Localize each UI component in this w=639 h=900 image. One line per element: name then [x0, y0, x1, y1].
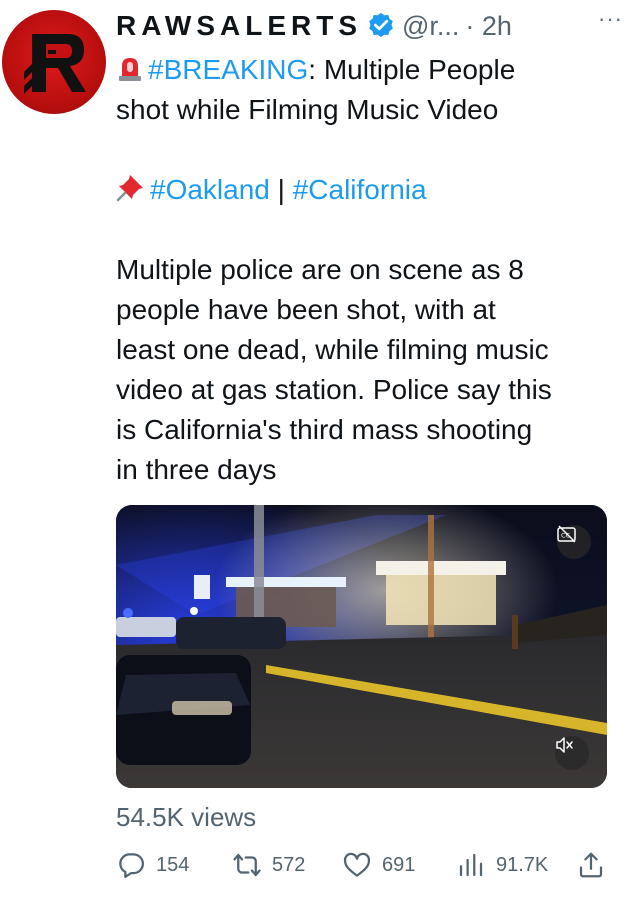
reply-icon [119, 853, 144, 878]
views-count: 54.5K views [116, 802, 257, 832]
video-frame [116, 505, 607, 788]
retweet-icon [233, 853, 261, 877]
hashtag-oakland[interactable]: #Oakland [150, 174, 270, 205]
avatar[interactable] [2, 10, 106, 114]
display-name[interactable]: RAWSALERTS [116, 10, 362, 42]
retweet-count: 572 [272, 853, 306, 876]
text-line: Multiple police are on scene as 8 [116, 254, 524, 285]
like-count: 691 [382, 853, 416, 876]
handle[interactable]: @r... [402, 11, 459, 42]
analytics-button[interactable]: 91.7K [456, 845, 548, 885]
text-line: is California's third mass shooting [116, 414, 533, 445]
text-line: #BREAKING: Multiple People [116, 50, 621, 90]
timestamp[interactable]: · 2h [465, 11, 512, 42]
heart-icon [343, 852, 371, 877]
captions-button[interactable]: CC [557, 525, 591, 559]
text-line: shot while Filming Music Video [116, 94, 499, 125]
action-bar: 154 572 691 91.7K [116, 845, 607, 885]
text-line: least one dead, while filming music [116, 334, 549, 365]
like-button[interactable]: 691 [342, 845, 415, 885]
text-line: #Oakland | #California [116, 170, 621, 210]
share-icon [579, 852, 603, 878]
text-line: people have been shot, with at [116, 294, 496, 325]
muted-speaker-icon [556, 737, 573, 753]
captions-icon: CC [557, 525, 576, 543]
tweet-header: RAWSALERTS @r... · 2h ··· [116, 6, 629, 46]
tweet-text: #BREAKING: Multiple People shot while Fi… [116, 50, 621, 490]
reply-count: 154 [156, 853, 190, 876]
retweet-button[interactable]: 572 [232, 845, 305, 885]
hashtag-california[interactable]: #California [293, 174, 427, 205]
hashtag-breaking[interactable]: #BREAKING [148, 54, 308, 85]
mute-button[interactable] [555, 736, 589, 770]
more-options-icon[interactable]: ··· [598, 6, 623, 32]
rawsalerts-logo [24, 34, 86, 94]
text-line: in three days [116, 454, 277, 485]
verified-badge-icon [369, 12, 393, 38]
share-button[interactable] [576, 845, 616, 885]
pushpin-emoji [116, 175, 143, 202]
text-segment: : Multiple People [308, 54, 516, 85]
video-player[interactable]: CC [116, 505, 607, 788]
police-light-emoji [119, 58, 141, 81]
text-line: video at gas station. Police say this [116, 374, 552, 405]
reply-button[interactable]: 154 [116, 845, 189, 885]
separator: | [269, 174, 293, 205]
analytics-icon [459, 853, 483, 877]
analytics-count: 91.7K [496, 853, 549, 876]
